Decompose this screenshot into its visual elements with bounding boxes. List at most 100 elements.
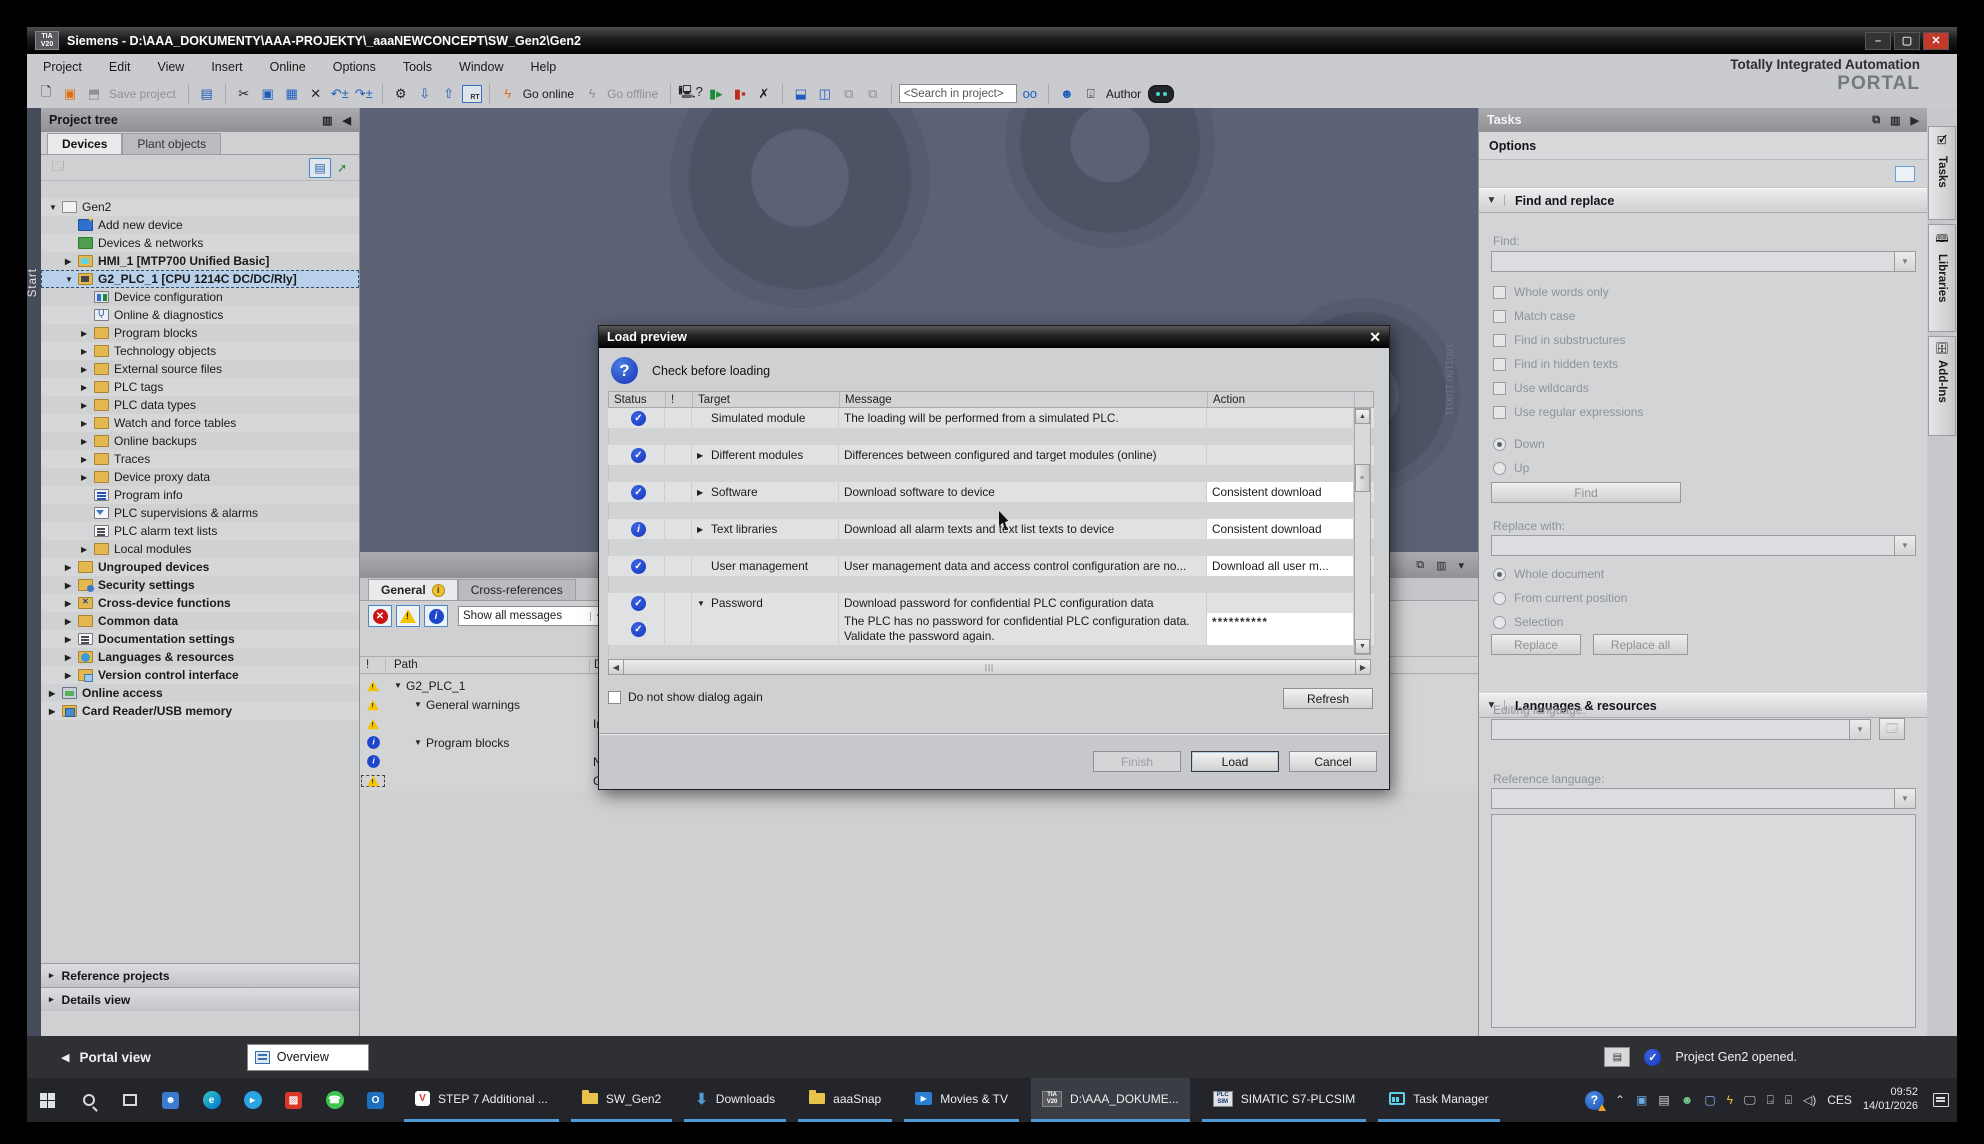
menu-view[interactable]: View bbox=[157, 60, 184, 74]
start-cpu-icon[interactable]: ▮▸ bbox=[705, 83, 727, 105]
refresh-button[interactable]: Refresh bbox=[1283, 688, 1373, 709]
checkbox[interactable] bbox=[1493, 286, 1506, 299]
user-icon[interactable]: ☻ bbox=[1056, 83, 1078, 105]
tree-item-common-data[interactable]: ▶Common data bbox=[41, 612, 359, 630]
search-project-icon[interactable]: oo bbox=[1019, 83, 1041, 105]
grid-icon[interactable]: ▤ bbox=[1658, 1093, 1669, 1107]
stop-cpu-icon[interactable]: ▮▪ bbox=[729, 83, 751, 105]
tree-item-languages-resources[interactable]: ▶Languages & resources bbox=[41, 648, 359, 666]
tree-item-online-access[interactable]: ▶Online access bbox=[41, 684, 359, 702]
taskbar-app-sw-gen2[interactable]: SW_Gen2 bbox=[571, 1078, 672, 1122]
match-case-checkbox-row[interactable]: Match case bbox=[1493, 309, 1575, 323]
add-device-mini-icon[interactable]: 🗔 bbox=[47, 158, 69, 178]
outlook-icon[interactable]: O bbox=[355, 1078, 396, 1122]
pen-icon[interactable]: ⌻ bbox=[1785, 1093, 1792, 1108]
print-icon[interactable]: ▤ bbox=[196, 83, 218, 105]
display-icon[interactable]: ▢ bbox=[1704, 1093, 1715, 1107]
expander-icon[interactable]: ▶ bbox=[697, 451, 711, 460]
tab-cross-references[interactable]: Cross-references bbox=[458, 579, 576, 600]
clock[interactable]: 09:5214/01/2026 bbox=[1863, 1086, 1918, 1114]
whole-document-radio-row[interactable]: Whole document bbox=[1493, 567, 1604, 581]
paste-icon[interactable]: ▦ bbox=[281, 83, 303, 105]
scrollbar-thumb[interactable]: ||| bbox=[624, 659, 1355, 675]
tree-item-security-settings[interactable]: ▶Security settings bbox=[41, 576, 359, 594]
replace-input[interactable]: ▼ bbox=[1491, 535, 1916, 556]
portal-view-arrow-icon[interactable]: ◀ bbox=[61, 1051, 69, 1064]
table-row-password[interactable]: ✓ The PLC has no password for confidenti… bbox=[608, 613, 1374, 645]
radio[interactable] bbox=[1493, 592, 1506, 605]
tree-item-online-diagnostics[interactable]: Online & diagnostics bbox=[41, 306, 359, 324]
taskbar-app-downloads[interactable]: ⬇Downloads bbox=[684, 1078, 786, 1122]
redo-button[interactable]: ↷± bbox=[353, 83, 375, 105]
menu-help[interactable]: Help bbox=[530, 60, 556, 74]
tree-item-local-modules[interactable]: ▶Local modules bbox=[41, 540, 359, 558]
tree-item-devices-networks[interactable]: Devices & networks bbox=[41, 234, 359, 252]
checkbox[interactable] bbox=[1493, 334, 1506, 347]
columns-icon[interactable]: ▥ bbox=[322, 114, 332, 127]
telegram-icon[interactable]: ▸ bbox=[232, 1078, 273, 1122]
power-icon[interactable]: ϟ bbox=[1727, 1093, 1733, 1107]
tree-item-version-control[interactable]: ▶Version control interface bbox=[41, 666, 359, 684]
keyboard-language[interactable]: CES bbox=[1827, 1093, 1852, 1107]
find-input[interactable]: ▼ bbox=[1491, 251, 1916, 272]
expander-icon[interactable]: ▶ bbox=[81, 329, 94, 338]
replace-all-button[interactable]: Replace all bbox=[1593, 634, 1688, 655]
side-tab-libraries[interactable]: 🕮Libraries bbox=[1928, 224, 1956, 332]
radio-selected[interactable] bbox=[1493, 438, 1506, 451]
start-simulation-icon[interactable]: RT bbox=[462, 85, 482, 103]
undo-button[interactable]: ↶± bbox=[329, 83, 351, 105]
menu-project[interactable]: Project bbox=[43, 60, 82, 74]
reference-language-select[interactable]: ▼ bbox=[1491, 788, 1916, 809]
notification-center-icon[interactable] bbox=[1933, 1093, 1949, 1107]
search-icon[interactable] bbox=[68, 1078, 109, 1122]
menu-edit[interactable]: Edit bbox=[109, 60, 131, 74]
compile-icon[interactable]: ⚙ bbox=[390, 83, 412, 105]
menu-online[interactable]: Online bbox=[270, 60, 306, 74]
filter-errors-button[interactable]: ✕ bbox=[368, 605, 392, 627]
vertical-scrollbar[interactable]: ▲ ≡ ▼ bbox=[1354, 408, 1371, 655]
table-row[interactable]: ✓ User management User management data a… bbox=[608, 556, 1374, 576]
edge-icon[interactable]: e bbox=[191, 1078, 232, 1122]
chevron-down-icon[interactable]: ▼ bbox=[1894, 252, 1915, 271]
tab-plant-objects[interactable]: Plant objects bbox=[122, 133, 221, 154]
close-button[interactable]: ✕ bbox=[1923, 32, 1949, 50]
taskbar-app-aaasnap[interactable]: aaaSnap bbox=[798, 1078, 892, 1122]
use-regex-checkbox-row[interactable]: Use regular expressions bbox=[1493, 405, 1643, 419]
menu-window[interactable]: Window bbox=[459, 60, 503, 74]
scrollbar-thumb[interactable]: ≡ bbox=[1355, 464, 1370, 492]
window-layout-icon[interactable]: ⧉ bbox=[838, 83, 860, 105]
online-diagnostics-icon[interactable]: 🖳? bbox=[678, 83, 703, 105]
editing-language-select[interactable]: ▼ bbox=[1491, 719, 1871, 740]
people-icon[interactable]: ☻ bbox=[150, 1078, 191, 1122]
tree-item-program-info[interactable]: Program info bbox=[41, 486, 359, 504]
scroll-right-icon[interactable]: ▶ bbox=[1355, 659, 1371, 675]
details-view-toggle-icon[interactable]: ▤ bbox=[309, 158, 331, 178]
taskbar-app-task-manager[interactable]: Task Manager bbox=[1378, 1078, 1499, 1122]
add-language-button[interactable]: 🗔 bbox=[1879, 718, 1905, 740]
checkbox[interactable] bbox=[1493, 406, 1506, 419]
tree-item-documentation-settings[interactable]: ▶Documentation settings bbox=[41, 630, 359, 648]
table-row[interactable]: ✓ Simulated module The loading will be p… bbox=[608, 408, 1374, 428]
radio-selected[interactable] bbox=[1493, 568, 1506, 581]
expander-icon[interactable]: ▶ bbox=[697, 525, 711, 534]
columns-icon[interactable]: ▥ bbox=[1890, 114, 1900, 127]
scroll-down-icon[interactable]: ▼ bbox=[1355, 639, 1370, 654]
ai-assistant-icon[interactable] bbox=[1148, 85, 1174, 103]
portal-view-button[interactable]: Portal view bbox=[79, 1050, 150, 1065]
split-vertical-icon[interactable]: ◫ bbox=[814, 83, 836, 105]
checkbox[interactable] bbox=[1493, 382, 1506, 395]
network-icon[interactable]: 🖵 bbox=[1744, 1093, 1756, 1108]
tree-item-g2-plc1[interactable]: ▼G2_PLC_1 [CPU 1214C DC/DC/Rly] bbox=[41, 270, 359, 288]
menu-tools[interactable]: Tools bbox=[403, 60, 432, 74]
go-online-icon[interactable]: ϟ bbox=[497, 83, 519, 105]
cut-icon[interactable]: ✂ bbox=[233, 83, 255, 105]
user-status-icon[interactable]: ☻ bbox=[1681, 1093, 1694, 1107]
dialog-close-icon[interactable]: ✕ bbox=[1369, 329, 1381, 346]
tree-item-watch-force-tables[interactable]: ▶Watch and force tables bbox=[41, 414, 359, 432]
window-icon[interactable] bbox=[1895, 166, 1915, 182]
download-to-device-icon[interactable]: ⇩ bbox=[414, 83, 436, 105]
find-substructures-checkbox-row[interactable]: Find in substructures bbox=[1493, 333, 1625, 347]
float-panel-icon[interactable]: ⧉ bbox=[1872, 114, 1880, 127]
columns-icon[interactable]: ▥ bbox=[1436, 559, 1446, 572]
new-project-icon[interactable]: 🗋 bbox=[35, 83, 57, 105]
